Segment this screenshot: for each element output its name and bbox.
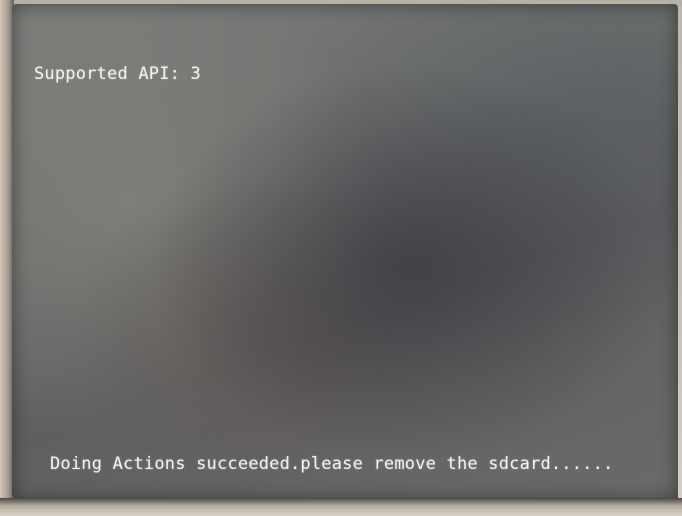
- monitor-screen: Supported API: 3 Doing Actions succeeded…: [12, 4, 678, 500]
- supported-api-line: Supported API: 3: [34, 64, 201, 84]
- monitor-bezel-bottom: [0, 498, 682, 516]
- status-message-line: Doing Actions succeeded.please remove th…: [50, 454, 614, 474]
- photo: Supported API: 3 Doing Actions succeeded…: [0, 0, 682, 516]
